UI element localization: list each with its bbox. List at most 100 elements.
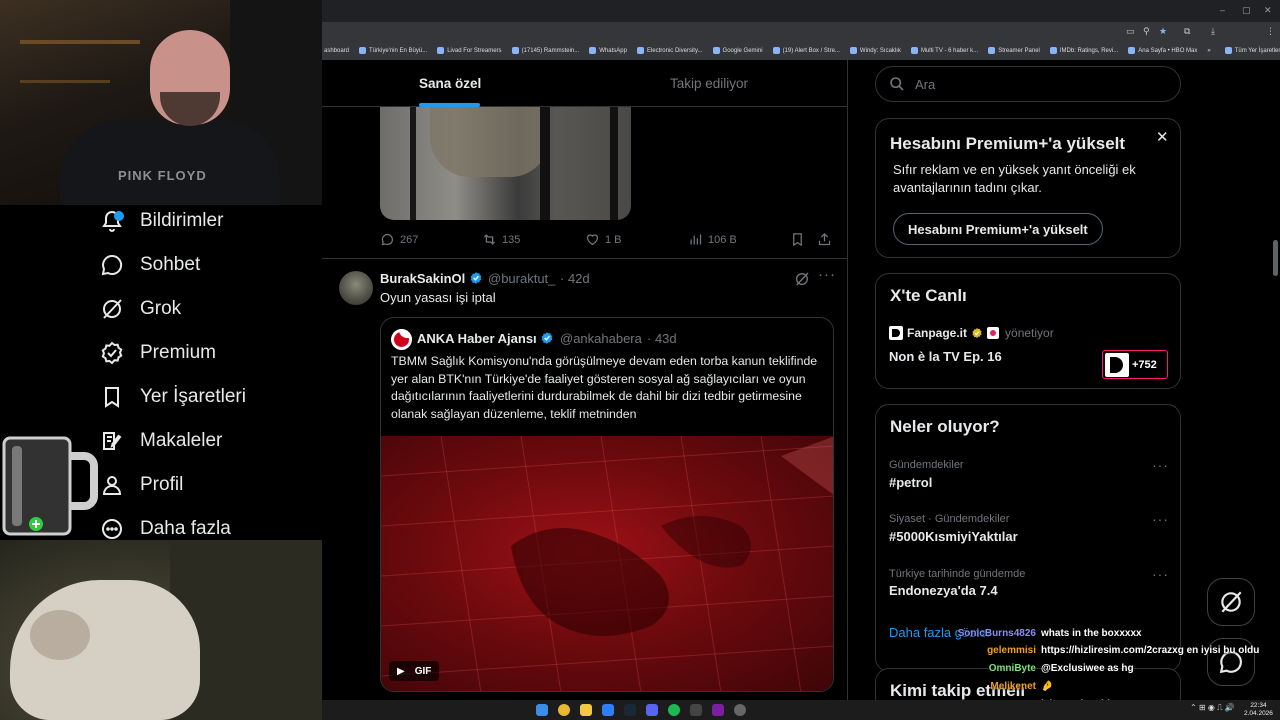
chat-username[interactable]: OmniByte [989,663,1036,674]
start-icon[interactable] [536,704,548,716]
gold-verified-icon [972,328,982,338]
maximize-icon[interactable]: ▢ [1242,5,1251,16]
chat-message: 🤌 [1041,681,1054,692]
bookmark-item[interactable]: ashboard [324,48,349,54]
avatar [391,329,412,350]
nav-articles[interactable]: Makaleler [100,426,222,456]
epic-games-icon[interactable] [690,704,702,716]
bookmark-item[interactable]: Livad For Streamers [437,47,502,54]
shelf [20,80,110,83]
extensions-icon[interactable]: ⧉ [1184,26,1190,37]
steam-icon[interactable] [624,704,636,716]
card-description: Sıfır reklam ve en yüksek yanıt önceliği… [893,162,1136,195]
quote-timestamp: · 43d [647,331,677,346]
spotify-icon[interactable] [668,704,680,716]
zoom-icon[interactable]: ⚲ [1143,26,1150,37]
bookmark-item[interactable]: Google Gemini [712,47,763,54]
grok-fab-button[interactable] [1207,578,1255,626]
nav-chat[interactable]: Sohbet [100,250,200,280]
trend-item[interactable]: Endonezya'da 7.4 [889,583,998,598]
nav-profile[interactable]: Profil [100,470,183,500]
bookmark-item[interactable]: Ana Sayfa • HBO Max [1128,47,1197,54]
bookmark-item[interactable]: Türkiye'nin En Büyü... [359,47,427,54]
bookmark-item[interactable]: Multi TV - 6 haber k... [910,47,979,54]
bookmark-item[interactable]: IMDb: Ratings, Revi... [1049,47,1118,54]
bookmark-icon [105,387,119,408]
share-button[interactable] [817,232,832,247]
chat-username[interactable]: Melikenet [990,681,1036,692]
download-icon[interactable]: ⤓ [1211,26,1215,37]
nav-grok[interactable]: Grok [100,294,181,324]
divider [322,258,847,259]
nav-label: Bildirimler [140,210,224,231]
article-edit-icon [103,432,122,450]
gif-badge[interactable]: ▶ GIF [389,661,440,681]
nav-bookmarks[interactable]: Yer İşaretleri [100,382,246,412]
page-scrollbar[interactable] [1273,240,1278,276]
chat-bubble-icon [101,254,123,276]
trend-item[interactable]: #petrol [889,475,932,490]
bookmark-item[interactable]: (19) Alert Box / Stre... [772,47,840,54]
bookmark-label: Windy: Sıcaklık [859,47,901,54]
grok-icon [103,299,122,319]
chat-username[interactable]: gelemmisi [987,645,1036,656]
views-button[interactable]: 106 B [688,232,737,247]
bookmark-item[interactable]: Tüm Yer İşaretleri [1224,47,1280,54]
bookmark-item[interactable]: » [1207,48,1210,54]
grok-icon[interactable] [794,271,810,287]
person-icon [102,476,122,495]
close-icon[interactable]: ✕ [1156,128,1169,146]
live-show-title[interactable]: Non è la TV Ep. 16 [889,349,1002,364]
chrome-icon[interactable] [558,704,570,716]
bookmark-button[interactable] [790,232,805,247]
bookmark-icon [793,233,802,247]
avatar[interactable] [339,271,373,305]
post-timestamp[interactable]: · 42d [560,271,590,286]
quote-gif-media[interactable] [381,436,833,691]
live-listeners-badge[interactable]: +752 [1102,350,1168,379]
cast-icon[interactable]: ▭ [1126,26,1135,37]
trend-item[interactable]: #5000KısmiyiYaktılar [889,529,1018,544]
system-tray-icons[interactable]: ⌃ ⊞ ◉ ⎍ 🔊 [1190,703,1235,713]
post-media-image[interactable] [380,107,631,220]
bookmark-item[interactable]: Windy: Sıcaklık [849,47,901,54]
obs-icon[interactable] [734,704,746,716]
nav-premium[interactable]: Premium [100,338,216,368]
like-button[interactable]: 1 B [585,232,622,247]
more-options-icon[interactable]: ··· [1152,511,1169,527]
more-options-icon[interactable]: ··· [818,266,836,283]
post-author-name[interactable]: BurakSakinOl [380,271,483,286]
quoted-post[interactable]: ANKA Haber Ajansı @ankahabera · 43d TBMM… [380,317,834,692]
reply-button[interactable]: 267 [380,232,418,247]
taskbar-clock[interactable]: 22:34 2.04.2026 [1244,702,1273,718]
more-options-icon[interactable]: ··· [1152,566,1169,582]
more-options-icon[interactable]: ··· [1152,457,1169,473]
menu-icon[interactable]: ⋮ [1266,26,1275,37]
tab-for-you[interactable]: Sana özel [419,76,481,91]
live-host[interactable]: Fanpage.it yönetiyor [889,326,1054,340]
bookmark-item[interactable]: WhatsApp [589,47,627,54]
minimize-icon[interactable]: – [1220,5,1225,15]
card-title: Hesabını Premium+'a yükselt [890,134,1126,153]
bookmark-item[interactable]: Electronic Diversity... [636,47,703,54]
file-explorer-icon[interactable] [580,704,592,716]
repost-button[interactable]: 135 [482,232,520,247]
close-icon[interactable]: ✕ [1264,5,1272,16]
nav-notifications[interactable]: Bildirimler [100,206,223,236]
image-detail [410,107,416,220]
search-input[interactable]: Ara [875,66,1181,102]
upgrade-premium-button[interactable]: Hesabını Premium+'a yükselt [893,213,1103,245]
bookmark-label: Tüm Yer İşaretleri [1234,47,1280,54]
bookmark-label: Multi TV - 6 haber k... [920,47,979,54]
heart-icon [586,234,599,246]
bookmark-item[interactable]: Streamer Panel [988,47,1040,54]
tab-following[interactable]: Takip ediliyor [670,76,748,91]
discord-icon[interactable] [646,704,658,716]
post-author-handle[interactable]: @buraktut_ [488,271,555,286]
app-icon[interactable] [712,704,724,716]
app-icon[interactable] [602,704,614,716]
bookmark-item[interactable]: (17145) Rammstein... [511,47,579,54]
chat-username[interactable]: SonicBurns4826 [958,628,1036,639]
bookmark-star-icon[interactable]: ★ [1159,26,1167,37]
views-count: 106 B [708,233,737,246]
